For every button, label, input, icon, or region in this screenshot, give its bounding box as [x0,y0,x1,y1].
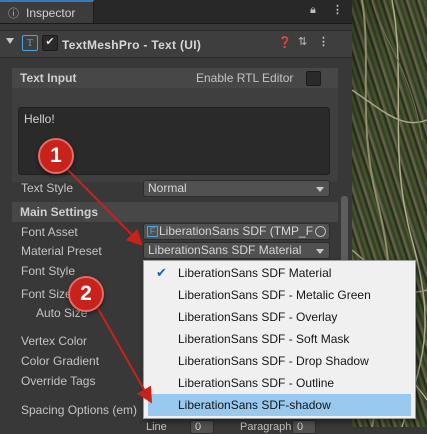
callout-badge-two: 2 [68,276,104,312]
callout-badge-one: 1 [38,138,74,174]
callout-arrows [63,165,152,404]
callout-arrow-one [63,165,143,246]
callout-arrow-two [95,304,152,404]
